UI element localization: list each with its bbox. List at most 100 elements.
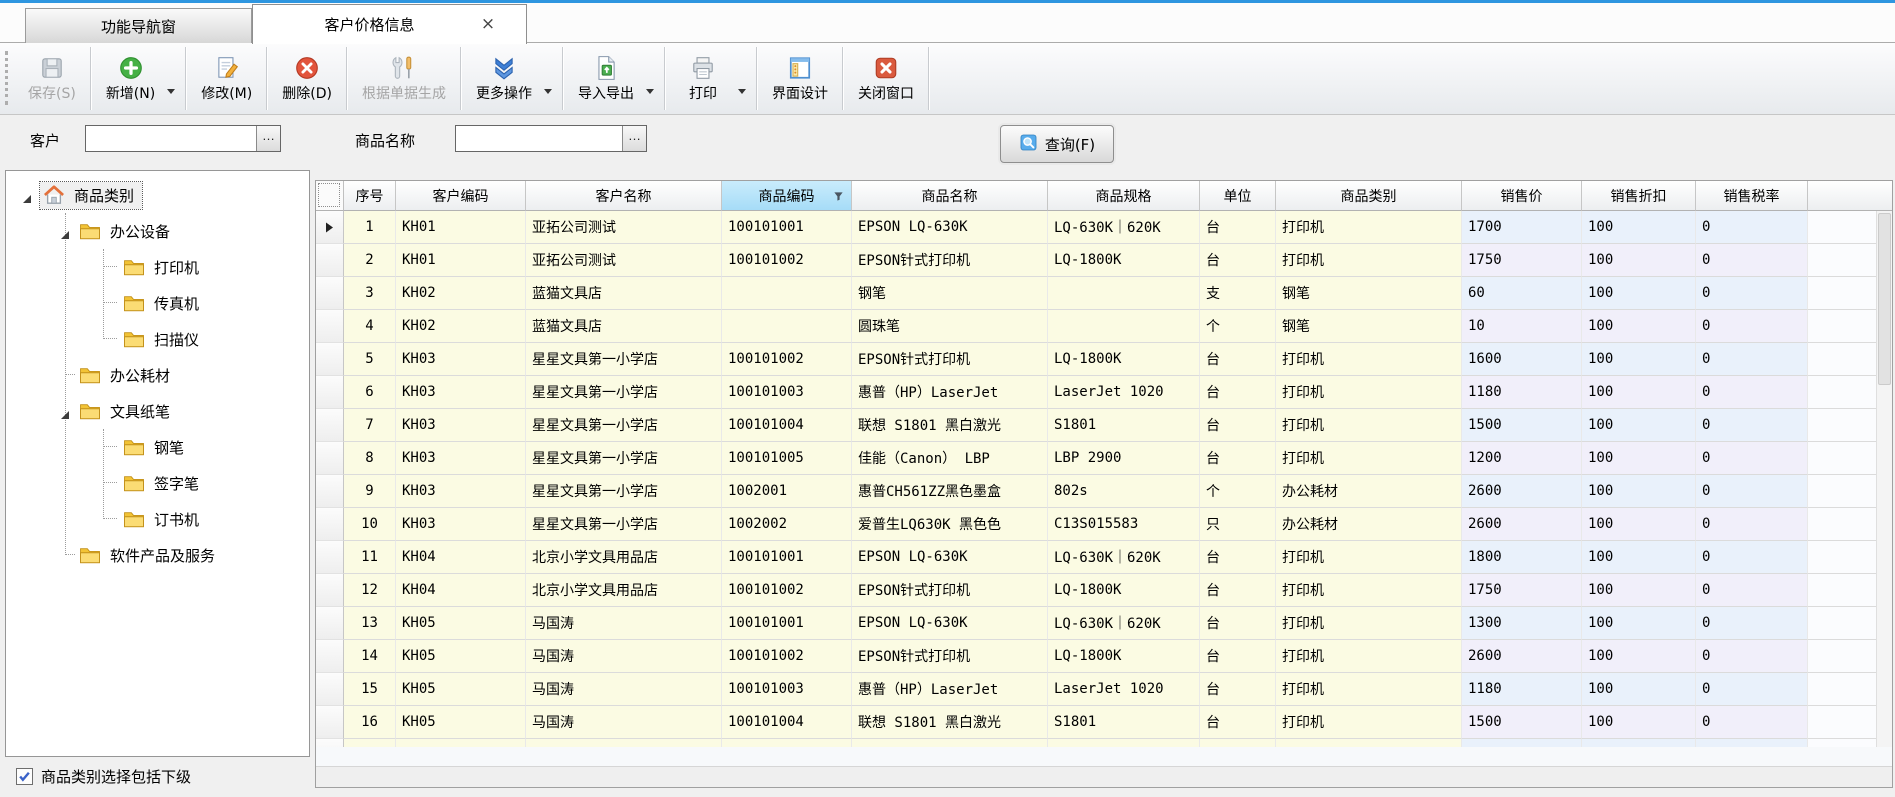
table-cell[interactable]: 台: [1200, 343, 1276, 376]
table-cell[interactable]: 马国涛: [526, 673, 722, 706]
table-cell[interactable]: 佳能（Canon） LBP: [852, 739, 1048, 747]
table-cell[interactable]: 100101004: [722, 409, 852, 442]
table-cell[interactable]: 100: [1582, 541, 1696, 574]
table-cell[interactable]: 1002001: [722, 475, 852, 508]
table-cell[interactable]: 蓝猫文具店: [526, 310, 722, 343]
table-cell[interactable]: 星星文具第一小学店: [526, 442, 722, 475]
dropdown-arrow-icon[interactable]: [738, 89, 746, 94]
table-cell[interactable]: LaserJet 1020: [1048, 673, 1200, 706]
tree-item-office-consumables[interactable]: 办公耗材: [6, 357, 309, 393]
table-cell[interactable]: 1500: [1462, 409, 1582, 442]
table-cell[interactable]: 10: [344, 508, 396, 541]
table-cell[interactable]: 100: [1582, 409, 1696, 442]
table-cell[interactable]: EPSON LQ-630K: [852, 541, 1048, 574]
table-row[interactable]: 7KH03星星文具第一小学店100101004联想 S1801 黑白激光S180…: [316, 409, 1892, 442]
table-cell[interactable]: [722, 310, 852, 343]
table-cell[interactable]: 星星文具第一小学店: [526, 376, 722, 409]
table-cell[interactable]: 100: [1582, 475, 1696, 508]
table-cell[interactable]: 台: [1200, 607, 1276, 640]
column-header-9[interactable]: 销售价: [1462, 181, 1582, 211]
table-cell[interactable]: 100: [1582, 277, 1696, 310]
table-cell[interactable]: 100: [1582, 640, 1696, 673]
table-cell[interactable]: KH01: [396, 211, 526, 244]
table-cell[interactable]: 办公耗材: [1276, 508, 1462, 541]
table-cell[interactable]: 1180: [1462, 673, 1582, 706]
table-cell[interactable]: 个: [1200, 310, 1276, 343]
column-header-3[interactable]: 客户名称: [526, 181, 722, 211]
table-cell[interactable]: 1300: [1462, 607, 1582, 640]
table-cell[interactable]: 6: [344, 376, 396, 409]
table-cell[interactable]: 台: [1200, 211, 1276, 244]
ui-design-button[interactable]: 界面设计: [760, 55, 840, 103]
table-cell[interactable]: 15: [344, 673, 396, 706]
table-cell[interactable]: 0: [1696, 343, 1808, 376]
table-cell[interactable]: LQ-1800K: [1048, 244, 1200, 277]
table-cell[interactable]: LQ-1800K: [1048, 343, 1200, 376]
table-cell[interactable]: 打印机: [1276, 607, 1462, 640]
column-header-4[interactable]: 商品编码: [722, 181, 852, 211]
table-cell[interactable]: 9: [344, 475, 396, 508]
table-cell[interactable]: 1200: [1462, 442, 1582, 475]
table-cell[interactable]: 2600: [1462, 508, 1582, 541]
table-cell[interactable]: 1002002: [722, 508, 852, 541]
column-header-7[interactable]: 单位: [1200, 181, 1276, 211]
table-cell[interactable]: 只: [1200, 508, 1276, 541]
table-cell[interactable]: 4: [344, 310, 396, 343]
filter-funnel-icon[interactable]: [833, 190, 844, 206]
row-indicator[interactable]: [316, 508, 344, 541]
row-indicator[interactable]: [316, 244, 344, 277]
customer-input[interactable]: [86, 126, 256, 151]
table-cell[interactable]: 打印机: [1276, 376, 1462, 409]
table-cell[interactable]: 0: [1696, 574, 1808, 607]
table-cell[interactable]: [1048, 310, 1200, 343]
table-cell[interactable]: 1500: [1462, 706, 1582, 739]
table-cell[interactable]: 1750: [1462, 244, 1582, 277]
table-row[interactable]: 8KH03星星文具第一小学店100101005佳能（Canon） LBPLBP …: [316, 442, 1892, 475]
dropdown-arrow-icon[interactable]: [646, 89, 654, 94]
tree-expander-icon[interactable]: [60, 226, 70, 244]
table-row[interactable]: 6KH03星星文具第一小学店100101003惠普（HP）LaserJetLas…: [316, 376, 1892, 409]
table-cell[interactable]: 12: [344, 574, 396, 607]
tree-node-content[interactable]: 办公耗材: [76, 362, 178, 389]
table-cell[interactable]: 0: [1696, 409, 1808, 442]
delete-button[interactable]: 删除(D): [270, 55, 344, 103]
generate-from-doc-button[interactable]: 根据单据生成: [350, 55, 458, 103]
table-cell[interactable]: 星星文具第一小学店: [526, 475, 722, 508]
tree-node-content[interactable]: 办公设备: [76, 218, 178, 245]
table-cell[interactable]: C13S015583: [1048, 508, 1200, 541]
tree-expander-icon[interactable]: [60, 406, 70, 424]
tree-item-stapler[interactable]: 订书机: [6, 501, 309, 537]
column-header-8[interactable]: 商品类别: [1276, 181, 1462, 211]
customer-browse-button[interactable]: …: [256, 126, 280, 151]
table-cell[interactable]: 打印机: [1276, 244, 1462, 277]
table-cell[interactable]: 1600: [1462, 343, 1582, 376]
tree-node-content[interactable]: 订书机: [120, 506, 207, 533]
tree-item-office-equipment[interactable]: 办公设备: [6, 213, 309, 249]
table-cell[interactable]: 马国涛: [526, 607, 722, 640]
table-cell[interactable]: 联想 S1801 黑白激光: [852, 409, 1048, 442]
table-row[interactable]: 10KH03星星文具第一小学店1002002爱普生LQ630K 黑色色C13S0…: [316, 508, 1892, 541]
table-cell[interactable]: 爱普生LQ630K 黑色色: [852, 508, 1048, 541]
table-cell[interactable]: 100: [1582, 706, 1696, 739]
table-cell[interactable]: 亚拓公司测试: [526, 211, 722, 244]
modify-button[interactable]: 修改(M): [189, 55, 264, 103]
table-cell[interactable]: 100: [1582, 442, 1696, 475]
table-cell[interactable]: 7: [344, 409, 396, 442]
table-row[interactable]: 1KH01亚拓公司测试100101001EPSON LQ-630KLQ-630K…: [316, 211, 1892, 244]
table-cell[interactable]: 打印机: [1276, 211, 1462, 244]
product-name-input[interactable]: [456, 126, 622, 151]
table-cell[interactable]: 0: [1696, 277, 1808, 310]
tree-item-gel-pen[interactable]: 签字笔: [6, 465, 309, 501]
tree-item-software-products-services[interactable]: 软件产品及服务: [6, 537, 309, 573]
table-cell[interactable]: 100101002: [722, 244, 852, 277]
table-cell[interactable]: 惠普（HP）LaserJet: [852, 673, 1048, 706]
row-indicator[interactable]: [316, 376, 344, 409]
tab-customer-price-info[interactable]: 客户价格信息 ×: [252, 4, 527, 44]
tab-function-nav[interactable]: 功能导航窗: [25, 8, 252, 43]
column-header-1[interactable]: 序号: [344, 181, 396, 211]
table-cell[interactable]: 17: [344, 739, 396, 747]
table-row[interactable]: 9KH03星星文具第一小学店1002001惠普CH561ZZ黑色墨盒802s个办…: [316, 475, 1892, 508]
table-cell[interactable]: 100: [1582, 508, 1696, 541]
row-indicator[interactable]: [316, 442, 344, 475]
table-cell[interactable]: 台: [1200, 442, 1276, 475]
